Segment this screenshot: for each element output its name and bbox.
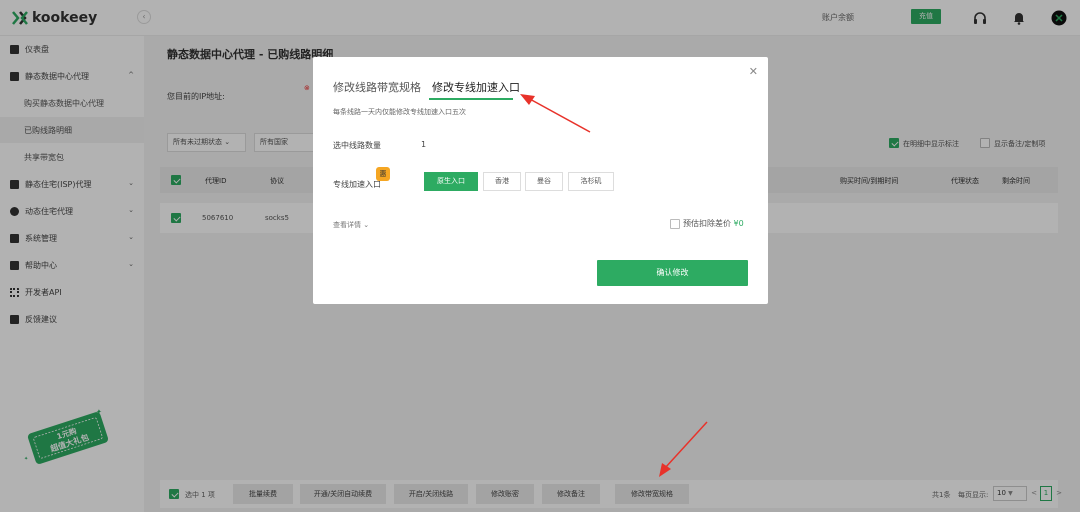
entry-option-los-angeles[interactable]: 洛杉矶: [568, 172, 614, 191]
entry-option-native[interactable]: 原生入口: [424, 172, 478, 191]
confirm-button[interactable]: 确认修改: [597, 260, 748, 286]
modify-limit-note: 每条线路一天内仅能修改专线加速入口五次: [333, 108, 466, 116]
close-icon[interactable]: ✕: [749, 65, 758, 78]
active-tab-indicator: [429, 98, 513, 100]
edit-entry-dialog: ✕ 修改线路带宽规格 修改专线加速入口 每条线路一天内仅能修改专线加速入口五次 …: [313, 57, 768, 304]
view-details-link[interactable]: 查看详情 ⌄: [333, 220, 369, 230]
estimate-label: 预估扣除差价: [683, 219, 731, 228]
estimate-row: 预估扣除差价 ¥0: [683, 218, 744, 229]
entry-option-bangkok[interactable]: 曼谷: [525, 172, 563, 191]
selected-lines-label: 选中线路数量: [333, 141, 381, 150]
estimate-checkbox[interactable]: [670, 219, 680, 229]
selected-lines-value: 1: [421, 140, 427, 149]
tab-edit-accel-entry[interactable]: 修改专线加速入口: [432, 79, 520, 95]
entry-option-hongkong[interactable]: 香港: [483, 172, 521, 191]
tab-edit-bandwidth[interactable]: 修改线路带宽规格: [333, 79, 421, 95]
estimate-value: ¥0: [733, 219, 744, 228]
accel-entry-label: 专线加速入口: [333, 180, 381, 189]
discount-badge: 惠: [376, 167, 390, 181]
